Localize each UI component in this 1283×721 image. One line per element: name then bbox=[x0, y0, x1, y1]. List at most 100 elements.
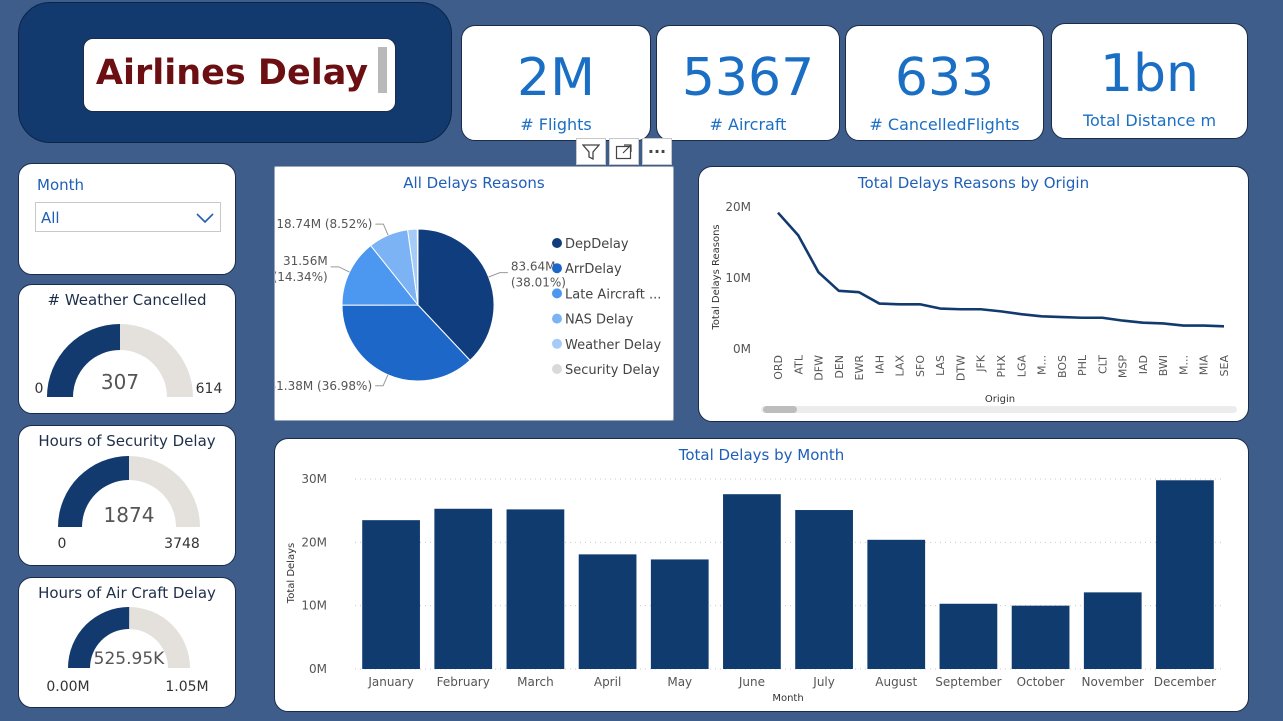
bar-chart-card: Total Delays by Month Total Delays Month… bbox=[274, 438, 1249, 712]
weather-cancelled-gauge: 307 0 614 bbox=[35, 324, 223, 397]
kpi-value: 1bn bbox=[1099, 44, 1200, 104]
bar[interactable] bbox=[1011, 605, 1070, 669]
x-tick-label: SFO bbox=[914, 355, 927, 377]
pie-data-label-percent: (14.34%) bbox=[275, 270, 328, 284]
x-tick-label: DFW bbox=[813, 355, 826, 381]
pie-leader-line bbox=[375, 374, 389, 387]
bar[interactable] bbox=[434, 508, 493, 669]
bar-chart: Total Delays Month 0M 10M 20M 30M January Fe… bbox=[286, 472, 1221, 704]
bar[interactable] bbox=[506, 509, 565, 669]
y-axis-title: Total Delays bbox=[286, 543, 297, 604]
page-title: Airlines Delay bbox=[95, 53, 369, 93]
x-tick-label: MIA bbox=[1198, 355, 1211, 376]
chevron-down-icon bbox=[196, 213, 214, 224]
x-tick-label: ORD bbox=[772, 355, 785, 380]
x-tick-label: November bbox=[1082, 675, 1144, 689]
line-chart-card: Total Delays Reasons by Origin Total Del… bbox=[698, 166, 1249, 422]
bar[interactable] bbox=[867, 539, 926, 669]
gauge-value: 1874 bbox=[104, 503, 155, 527]
focus-mode-icon bbox=[615, 143, 632, 159]
y-tick-label: 20M bbox=[725, 200, 751, 214]
x-tick-label: LAS bbox=[934, 355, 947, 376]
gauge-value: 307 bbox=[101, 370, 139, 394]
bar[interactable] bbox=[1083, 592, 1142, 669]
bar[interactable] bbox=[650, 559, 709, 669]
kpi-label: Total Distance m bbox=[1082, 111, 1217, 130]
gauge-card-weather-cancelled: # Weather Cancelled 307 0 614 bbox=[18, 284, 236, 414]
bar[interactable] bbox=[578, 554, 637, 669]
gauge-min: 0 bbox=[58, 536, 67, 552]
pie-data-label: 18.74M (8.52%) bbox=[276, 217, 372, 231]
kpi-label: # Flights bbox=[520, 115, 592, 134]
gauge-value: 525.95K bbox=[94, 649, 165, 669]
pie-data-label: 31.56M bbox=[283, 254, 328, 268]
pie-data-label-percent: (38.01%) bbox=[511, 276, 566, 290]
x-tick-label: July bbox=[812, 675, 835, 689]
x-tick-label: PHL bbox=[1076, 354, 1089, 376]
x-axis-title: Month bbox=[772, 693, 803, 704]
title-box: Airlines Delay bbox=[83, 38, 396, 112]
legend-item[interactable]: DepDelay bbox=[565, 237, 629, 252]
gauge-min: 0.00M bbox=[46, 679, 89, 695]
horizontal-scrollbar-thumb[interactable] bbox=[763, 406, 797, 413]
x-tick-label: May bbox=[667, 675, 692, 689]
bar[interactable] bbox=[939, 603, 998, 669]
slicer-label: Month bbox=[37, 176, 85, 194]
pie-leader-line bbox=[375, 223, 389, 236]
horizontal-scrollbar-track[interactable] bbox=[761, 406, 1237, 413]
pie-chart-card: All Delays Reasons 83.64M (38.01%) 81.38M … bbox=[274, 166, 674, 421]
legend-item[interactable]: NAS Delay bbox=[565, 313, 634, 328]
x-tick-label: CLT bbox=[1096, 355, 1109, 374]
y-tick-label: 10M bbox=[725, 271, 751, 285]
x-tick-label: March bbox=[517, 675, 554, 689]
more-options-button[interactable]: ··· bbox=[642, 138, 672, 165]
legend-marker bbox=[552, 288, 562, 299]
gauge-card-security-delay: Hours of Security Delay 1874 0 3748 bbox=[18, 425, 236, 566]
legend-item[interactable]: ArrDelay bbox=[565, 262, 622, 277]
focus-mode-button[interactable] bbox=[609, 138, 639, 165]
y-tick-label: 10M bbox=[301, 599, 327, 613]
pie-leader-line bbox=[488, 272, 508, 278]
filter-icon bbox=[582, 143, 600, 160]
x-tick-label: EWR bbox=[853, 355, 866, 381]
kpi-card-flights: 2M # Flights bbox=[461, 25, 651, 141]
x-tick-label: IAD bbox=[1137, 355, 1150, 374]
pie-slice[interactable] bbox=[416, 228, 419, 306]
legend-item[interactable]: Security Delay bbox=[565, 363, 660, 378]
filter-button[interactable] bbox=[576, 138, 606, 165]
x-tick-label: MSP bbox=[1117, 355, 1130, 378]
y-tick-label: 0M bbox=[733, 342, 751, 356]
x-tick-label: LAX bbox=[894, 355, 907, 377]
x-tick-label: September bbox=[935, 675, 1001, 689]
security-delay-gauge: 1874 0 3748 bbox=[58, 456, 200, 552]
bar[interactable] bbox=[362, 520, 420, 669]
legend-item[interactable]: Weather Delay bbox=[565, 338, 661, 353]
pie-data-label: 83.64M bbox=[511, 260, 556, 274]
kpi-label: # Aircraft bbox=[709, 115, 787, 134]
visual-header-toolbar: ··· bbox=[576, 138, 672, 165]
x-tick-label: DEN bbox=[833, 355, 846, 379]
x-tick-label: DTW bbox=[954, 355, 967, 381]
x-tick-label: ATL bbox=[792, 354, 805, 374]
gauge-max: 1.05M bbox=[165, 679, 208, 695]
month-dropdown[interactable]: All bbox=[35, 202, 221, 232]
series-line bbox=[777, 211, 1225, 328]
x-axis-title: Origin bbox=[985, 394, 1015, 405]
gauge-max: 614 bbox=[196, 381, 223, 397]
bar[interactable] bbox=[723, 494, 781, 669]
gauge-card-aircraft-delay: Hours of Air Craft Delay 525.95K 0.00M 1… bbox=[18, 577, 236, 708]
x-tick-label: PHX bbox=[995, 355, 1008, 378]
legend-marker bbox=[552, 313, 562, 324]
x-tick-label: LGA bbox=[1015, 355, 1028, 378]
legend-item[interactable]: Late Aircraft ... bbox=[565, 287, 661, 302]
y-tick-label: 0M bbox=[309, 662, 327, 676]
x-tick-label: June bbox=[738, 675, 765, 689]
bar[interactable] bbox=[795, 510, 853, 669]
bar[interactable] bbox=[1156, 480, 1214, 669]
kpi-card-total-distance: 1bn Total Distance m bbox=[1051, 23, 1248, 139]
x-tick-label: BOS bbox=[1056, 355, 1069, 378]
x-tick-label: February bbox=[437, 675, 490, 689]
legend-marker bbox=[552, 338, 562, 349]
kpi-card-cancelled-flights: 633 # CancelledFlights bbox=[845, 25, 1044, 141]
title-scrollbar[interactable] bbox=[378, 47, 387, 93]
